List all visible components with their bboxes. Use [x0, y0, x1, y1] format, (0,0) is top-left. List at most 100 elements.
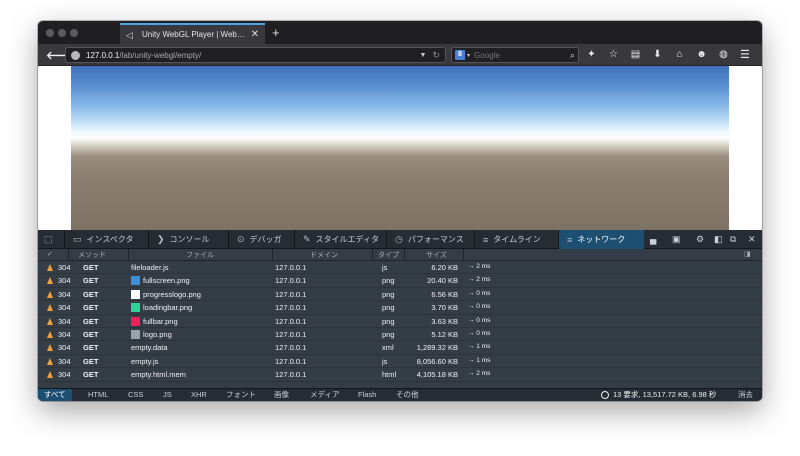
- filter-media[interactable]: メディア: [304, 389, 345, 401]
- url-host: 127.0.0.1: [86, 50, 120, 60]
- column-size[interactable]: サイズ: [426, 250, 447, 260]
- filter-html[interactable]: HTML: [82, 389, 114, 401]
- domain: 127.0.0.1: [275, 289, 307, 299]
- inspector-icon: ▭: [73, 234, 82, 244]
- dock-side-icon[interactable]: ◧: [714, 234, 723, 245]
- status-code: 304: [58, 370, 71, 380]
- waterfall-timing: → 0 ms: [468, 289, 491, 297]
- bookmark-star-icon[interactable]: ☆: [607, 48, 620, 61]
- close-window-button[interactable]: [46, 29, 54, 37]
- image-thumbnail: [131, 329, 140, 339]
- close-tab-icon[interactable]: ✕: [251, 29, 259, 40]
- file-name: empty.html.mem: [131, 370, 186, 380]
- table-row[interactable]: 304 GET loadingbar.png 127.0.0.1 png 3.70 KB →…: [38, 301, 762, 315]
- menu-icon[interactable]: ☰: [740, 48, 750, 61]
- element-picker-icon[interactable]: ⬚: [44, 234, 55, 245]
- table-row[interactable]: 304 GET progresslogo.png 127.0.0.1 png 6.56 K…: [38, 288, 762, 302]
- navigation-bar: 🡐 127.0.0.1 /lab/unity-webgl/empty/ ▼ ↻ …: [38, 44, 762, 66]
- tab-debugger[interactable]: ⊙ デバッガ: [228, 230, 294, 249]
- table-row[interactable]: 304 GET fullbar.png 127.0.0.1 png 3.63 KB → 0 …: [38, 315, 762, 328]
- filter-xhr[interactable]: XHR: [185, 389, 213, 401]
- domain: 127.0.0.1: [275, 276, 307, 286]
- chat-icon[interactable]: ☻: [695, 48, 708, 61]
- summary-text: 13 要求, 13,517.72 KB, 6.98 秒: [613, 390, 717, 399]
- reading-list-icon[interactable]: ▤: [629, 48, 642, 61]
- tab-timeline[interactable]: ≡ タイムライン: [474, 230, 558, 249]
- column-method[interactable]: メソッド: [78, 250, 106, 260]
- column-type[interactable]: タイプ: [378, 250, 399, 260]
- devtools-panel: ⬚ ▭ インスペクタ ❯ コンソール ⊙ デバッガ ✎ スタイルエディタ ◷ パ…: [38, 230, 762, 401]
- warning-icon: [47, 371, 53, 379]
- download-icon[interactable]: ⬇: [651, 48, 664, 61]
- filter-js[interactable]: JS: [157, 389, 178, 401]
- domain: 127.0.0.1: [275, 343, 307, 353]
- tab-title: Unity WebGL Player | Web…: [142, 30, 245, 39]
- maximize-window-button[interactable]: [70, 29, 78, 37]
- filter-all[interactable]: すべて: [38, 389, 72, 401]
- column-file[interactable]: ファイル: [186, 250, 214, 260]
- new-tab-button[interactable]: +: [272, 25, 280, 40]
- reload-icon[interactable]: ↻: [432, 50, 440, 61]
- search-engine-dropdown-icon[interactable]: ▾: [467, 52, 470, 59]
- responsive-mode-icon[interactable]: ▣: [672, 234, 681, 245]
- transfer-size: 1,289.32 KB: [416, 343, 458, 353]
- table-row[interactable]: 304 GET empty.js 127.0.0.1 js 8,056.60 KB → 1 …: [38, 355, 762, 369]
- undock-icon[interactable]: ⧉: [730, 234, 736, 245]
- clear-button[interactable]: 消去: [738, 389, 753, 401]
- filter-flash[interactable]: Flash: [352, 389, 382, 401]
- table-row[interactable]: 304 GET fileloader.js 127.0.0.1 js 6.20 KB → 2…: [38, 261, 762, 275]
- globe-icon: [71, 50, 80, 60]
- search-input[interactable]: [474, 50, 570, 60]
- filter-css[interactable]: CSS: [122, 389, 149, 401]
- waterfall-timing: → 1 ms: [468, 356, 491, 364]
- devtools-toolbar: ⬚ ▭ インスペクタ ❯ コンソール ⊙ デバッガ ✎ スタイルエディタ ◷ パ…: [38, 230, 762, 249]
- developer-tools-icon[interactable]: ✦: [585, 48, 598, 61]
- filter-fonts[interactable]: フォント: [220, 389, 262, 401]
- style-editor-icon: ✎: [303, 234, 311, 244]
- url-bar[interactable]: 127.0.0.1 /lab/unity-webgl/empty/ ▼ ↻: [65, 47, 446, 63]
- table-row[interactable]: 304 GET empty.html.mem 127.0.0.1 html 4,105.1…: [38, 368, 762, 382]
- tab-console[interactable]: ❯ コンソール: [148, 230, 228, 249]
- waterfall-timing: → 0 ms: [468, 316, 491, 324]
- table-row[interactable]: 304 GET fullscreen.png 127.0.0.1 png 20.40 KB…: [38, 274, 762, 288]
- performance-icon: ◷: [395, 234, 403, 244]
- warning-icon: [47, 330, 53, 338]
- request-method: GET: [83, 303, 99, 313]
- table-row[interactable]: 304 GET empty.data 127.0.0.1 xml 1,289.32 KB →…: [38, 341, 762, 355]
- warning-icon: [47, 357, 53, 365]
- file-name: fileloader.js: [131, 263, 169, 272]
- search-engine-icon[interactable]: 8: [455, 50, 465, 60]
- warning-icon: [47, 304, 53, 312]
- filter-other[interactable]: その他: [390, 389, 425, 401]
- transfer-size: 4,105.18 KB: [416, 370, 458, 380]
- tab-inspector[interactable]: ▭ インスペクタ: [64, 230, 148, 249]
- waterfall-menu-icon[interactable]: ◨: [744, 250, 751, 258]
- tab-performance[interactable]: ◷ パフォーマンス: [386, 230, 474, 249]
- settings-gear-icon[interactable]: ⚙: [696, 234, 704, 245]
- close-devtools-icon[interactable]: ✕: [748, 234, 756, 245]
- file-name: fullbar.png: [143, 316, 178, 326]
- minimize-window-button[interactable]: [58, 29, 66, 37]
- history-dropdown-icon[interactable]: ▼: [420, 52, 427, 59]
- column-status-check[interactable]: ✓: [47, 250, 53, 258]
- unity-webgl-canvas[interactable]: [71, 66, 729, 230]
- addon-icon[interactable]: ◍: [717, 48, 730, 61]
- table-row[interactable]: 304 GET logo.png 127.0.0.1 png 5.12 KB → 0 ms: [38, 328, 762, 342]
- request-method: GET: [83, 356, 99, 366]
- search-icon[interactable]: ⌕: [570, 50, 575, 61]
- back-button[interactable]: 🡐: [46, 48, 76, 62]
- status-code: 304: [58, 263, 71, 272]
- tab-network[interactable]: ≡ ネットワーク: [558, 230, 644, 249]
- column-domain[interactable]: ドメイン: [310, 250, 338, 260]
- image-thumbnail: [131, 303, 140, 313]
- split-console-icon[interactable]: ▄: [650, 234, 656, 244]
- browser-tab[interactable]: ◁ Unity WebGL Player | Web… ✕: [120, 23, 265, 44]
- status-code: 304: [58, 289, 71, 299]
- domain: 127.0.0.1: [275, 356, 307, 366]
- search-bar[interactable]: 8 ▾ ⌕: [451, 47, 579, 63]
- filter-images[interactable]: 画像: [268, 389, 295, 401]
- transfer-size: 8,056.60 KB: [416, 356, 458, 366]
- tab-style-editor[interactable]: ✎ スタイルエディタ: [294, 230, 386, 249]
- home-icon[interactable]: ⌂: [673, 48, 686, 61]
- waterfall-timing: → 2 ms: [468, 276, 491, 284]
